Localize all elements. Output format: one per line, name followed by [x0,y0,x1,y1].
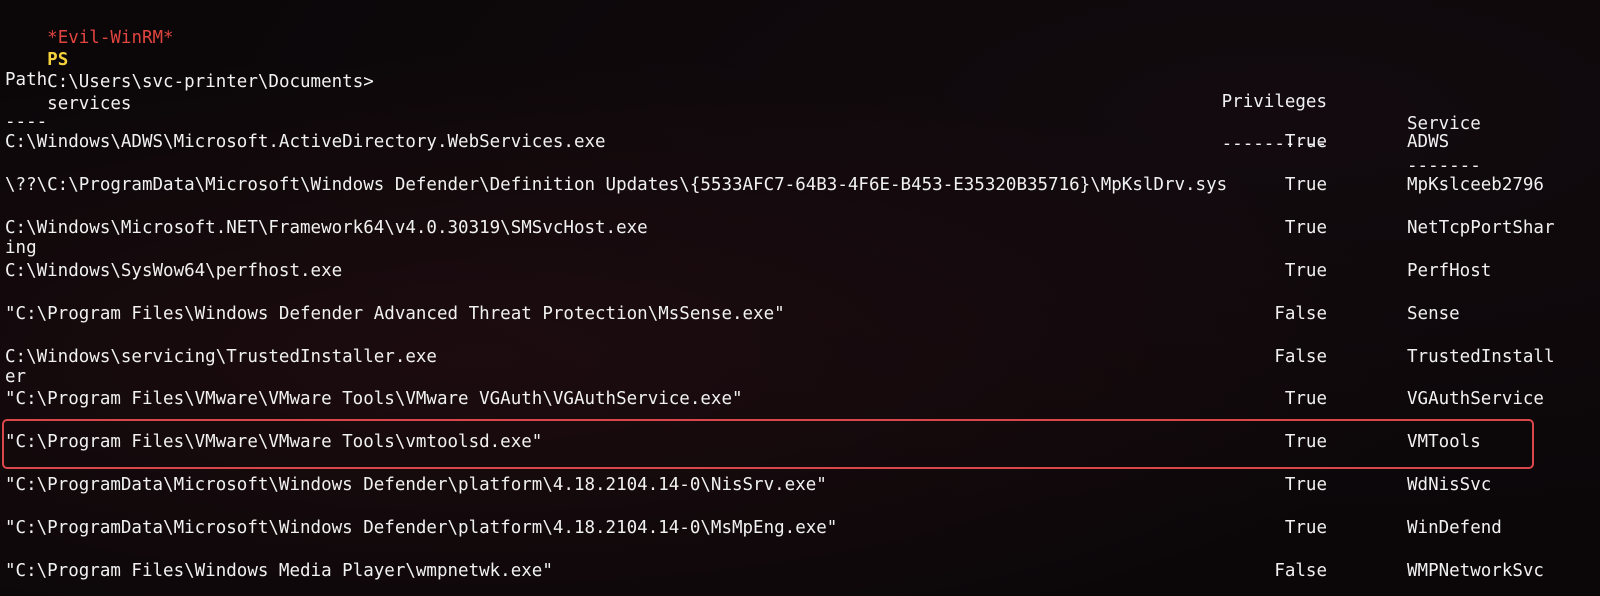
row-path: C:\Windows\servicing\TrustedInstaller.ex… [5,346,437,367]
row-privileges: True [1284,475,1327,496]
row-privileges: False [1274,561,1327,581]
highlight-box [2,419,1534,469]
row-path: "C:\Program Files\Windows Media Player\w… [5,561,553,581]
row-path: C:\Windows\Microsoft.NET\Framework64\v4.… [5,217,648,238]
prompt-evil-winrm: *Evil-WinRM* [47,28,174,48]
table-row: "C:\Program Files\VMware\VMware Tools\VM… [5,388,1595,410]
table-row: "C:\Program Files\Windows Defender Advan… [5,303,1595,325]
row-privileges: True [1284,518,1327,539]
table-row: C:\Windows\Microsoft.NET\Framework64\v4.… [5,217,1595,239]
row-privileges: False [1274,346,1327,367]
row-path: "C:\ProgramData\Microsoft\Windows Defend… [5,518,838,539]
row-service: WMPNetworkSvc [1407,561,1544,581]
prompt-line: *Evil-WinRM* PS C:\Users\svc-printer\Doc… [5,5,374,114]
row-service: WinDefend [1407,518,1502,539]
row-path: "C:\Program Files\Windows Defender Advan… [5,303,785,324]
table-separator: ---- ---------- ------- [5,89,1595,176]
row-privileges: True [1284,260,1327,281]
row-wrap: ing [5,237,37,258]
row-path: "C:\ProgramData\Microsoft\Windows Defend… [5,475,827,496]
row-service: ADWS [1407,132,1450,152]
table-row: "C:\ProgramData\Microsoft\Windows Defend… [5,474,1595,496]
row-path: \??\C:\ProgramData\Microsoft\Windows Def… [5,174,1228,195]
table-row: C:\Windows\ADWS\Microsoft.ActiveDirector… [5,131,1595,153]
row-service: Sense [1407,303,1460,324]
row-service: PerfHost [1407,260,1492,281]
table-header: Path Privileges Service [5,47,1595,134]
row-path: C:\Windows\ADWS\Microsoft.ActiveDirector… [5,132,606,152]
row-privileges: True [1284,174,1327,195]
row-service: VGAuthService [1407,389,1544,410]
table-row: "C:\Program Files\Windows Media Player\w… [5,560,1595,582]
row-service: WdNisSvc [1407,475,1492,496]
table-row: C:\Windows\SysWow64\perfhost.exe True Perf… [5,260,1595,282]
separator-path: ---- [5,112,48,132]
header-path: Path [5,70,48,90]
row-service: NetTcpPortShar [1407,217,1555,238]
row-path: "C:\Program Files\VMware\VMware Tools\VM… [5,389,743,410]
row-service: MpKslceeb2796 [1407,174,1544,195]
row-service: TrustedInstall [1407,346,1555,367]
row-wrap: er [5,366,27,387]
table-row: C:\Windows\servicing\TrustedInstaller.ex… [5,346,1595,368]
row-path: C:\Windows\SysWow64\perfhost.exe [5,260,343,281]
table-row: "C:\ProgramData\Microsoft\Windows Defend… [5,517,1595,539]
row-privileges: True [1284,217,1327,238]
row-privileges: True [1284,389,1327,410]
row-privileges: False [1274,303,1327,324]
table-row: \??\C:\ProgramData\Microsoft\Windows Def… [5,174,1595,196]
row-privileges: True [1284,132,1327,152]
